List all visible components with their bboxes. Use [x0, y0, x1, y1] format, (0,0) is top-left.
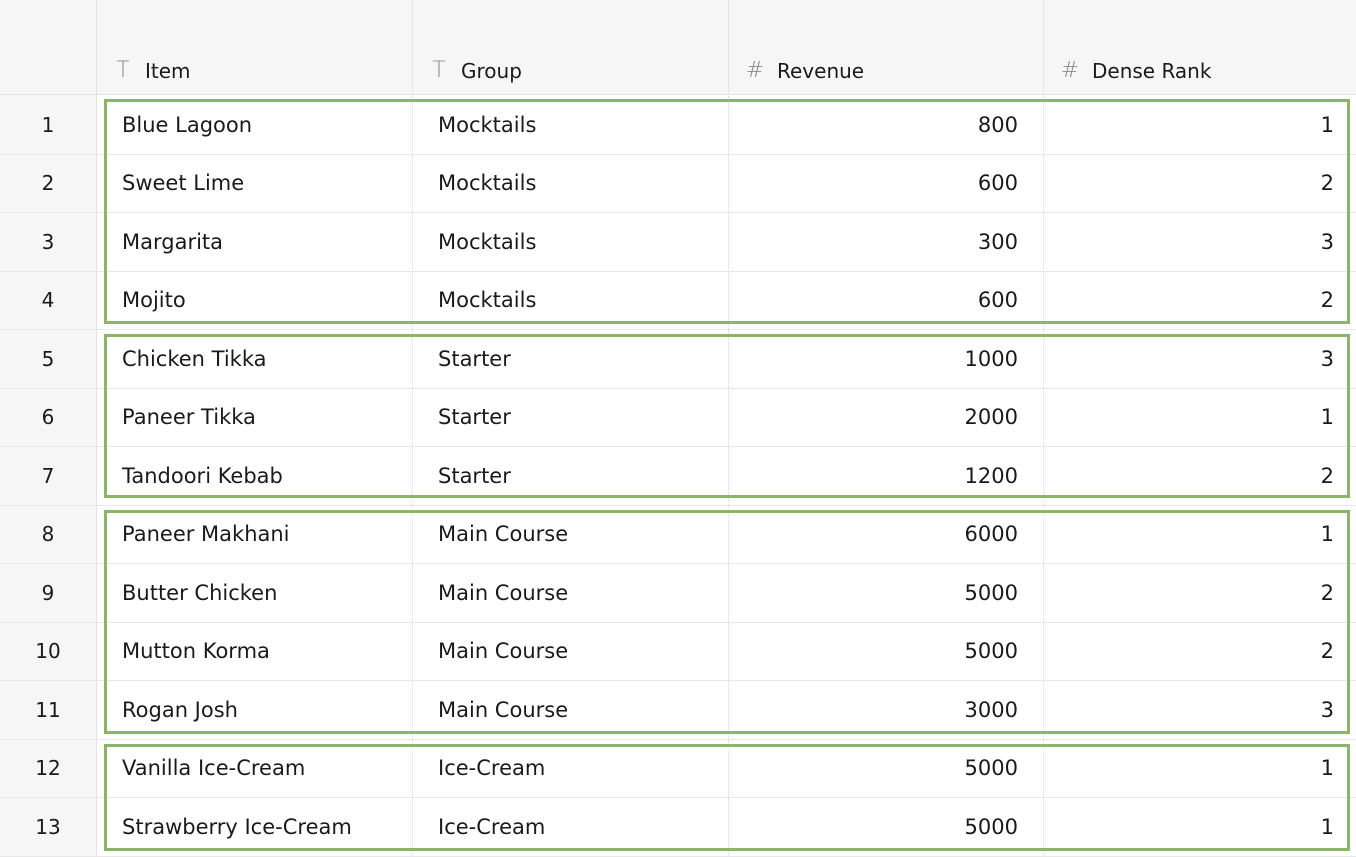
row-number: 7	[0, 447, 97, 505]
cell-item[interactable]: Vanilla Ice-Cream	[97, 739, 413, 797]
table-row[interactable]: 7 Tandoori Kebab Starter 1200 2	[0, 447, 1356, 506]
cell-dense-rank[interactable]: 1	[1044, 740, 1356, 798]
column-header-label: Revenue	[777, 58, 865, 83]
cell-revenue[interactable]: 800	[729, 96, 1044, 154]
cell-group[interactable]: Main Course	[413, 622, 729, 680]
row-number: 13	[0, 798, 97, 856]
table-row[interactable]: 4 Mojito Mocktails 600 2	[0, 271, 1356, 330]
column-header-item[interactable]: T Item	[97, 0, 413, 95]
cell-item[interactable]: Margarita	[97, 213, 413, 271]
cell-dense-rank[interactable]: 3	[1044, 330, 1356, 388]
cell-group[interactable]: Main Course	[413, 505, 729, 563]
cell-group[interactable]: Main Course	[413, 681, 729, 739]
cell-item[interactable]: Chicken Tikka	[97, 330, 413, 388]
cell-dense-rank[interactable]: 2	[1044, 155, 1356, 213]
cell-group[interactable]: Main Course	[413, 564, 729, 622]
table-row[interactable]: 13 Strawberry Ice-Cream Ice-Cream 5000 1	[0, 798, 1356, 857]
cell-revenue[interactable]: 5000	[729, 798, 1044, 856]
cell-dense-rank[interactable]: 3	[1044, 681, 1356, 739]
column-header-group[interactable]: T Group	[413, 0, 729, 95]
cell-revenue[interactable]: 5000	[729, 622, 1044, 680]
cell-item[interactable]: Sweet Lime	[97, 154, 413, 212]
cell-revenue[interactable]: 6000	[729, 505, 1044, 563]
column-header-label: Item	[145, 58, 191, 83]
column-header-label: Group	[461, 58, 522, 83]
cell-dense-rank[interactable]: 2	[1044, 272, 1356, 330]
table-row[interactable]: 10 Mutton Korma Main Course 5000 2	[0, 622, 1356, 681]
cell-group[interactable]: Ice-Cream	[413, 739, 729, 797]
cell-group[interactable]: Mocktails	[413, 271, 729, 329]
table-row[interactable]: 3 Margarita Mocktails 300 3	[0, 213, 1356, 272]
cell-revenue[interactable]: 1200	[729, 447, 1044, 505]
table-row[interactable]: 11 Rogan Josh Main Course 3000 3	[0, 681, 1356, 740]
table-row[interactable]: 9 Butter Chicken Main Course 5000 2	[0, 564, 1356, 623]
text-type-icon: T	[432, 58, 446, 83]
data-grid: T Item T Group # Revenue # Dense Rank 1B…	[0, 0, 1356, 857]
cell-dense-rank[interactable]: 1	[1044, 506, 1356, 564]
row-number-header	[0, 0, 97, 95]
table-row[interactable]: 6 Paneer Tikka Starter 2000 1	[0, 388, 1356, 447]
cell-revenue[interactable]: 5000	[729, 739, 1044, 797]
cell-revenue[interactable]: 600	[729, 271, 1044, 329]
table-row[interactable]: 12 Vanilla Ice-Cream Ice-Cream 5000 1	[0, 739, 1356, 798]
cell-revenue[interactable]: 5000	[729, 564, 1044, 622]
cell-group[interactable]: Mocktails	[413, 154, 729, 212]
row-number: 12	[0, 739, 97, 797]
text-type-icon: T	[116, 58, 130, 83]
number-type-icon: #	[745, 58, 765, 83]
cell-group[interactable]: Mocktails	[413, 96, 729, 154]
column-header-label: Dense Rank	[1092, 58, 1212, 83]
cell-dense-rank[interactable]: 2	[1044, 623, 1356, 681]
cell-group[interactable]: Mocktails	[413, 213, 729, 271]
row-number: 4	[0, 271, 97, 329]
cell-dense-rank[interactable]: 2	[1044, 447, 1356, 505]
cell-group[interactable]: Starter	[413, 330, 729, 388]
row-number: 6	[0, 388, 97, 446]
cell-item[interactable]: Paneer Tikka	[97, 388, 413, 446]
cell-item[interactable]: Butter Chicken	[97, 564, 413, 622]
row-number: 2	[0, 154, 97, 212]
row-number: 1	[0, 96, 97, 154]
cell-group[interactable]: Starter	[413, 447, 729, 505]
cell-item[interactable]: Paneer Makhani	[97, 505, 413, 563]
cell-dense-rank[interactable]: 1	[1044, 389, 1356, 447]
cell-item[interactable]: Rogan Josh	[97, 681, 413, 739]
table-row[interactable]: 2 Sweet Lime Mocktails 600 2	[0, 154, 1356, 213]
cell-revenue[interactable]: 2000	[729, 388, 1044, 446]
cell-item[interactable]: Blue Lagoon	[97, 96, 413, 154]
column-header-dense-rank[interactable]: # Dense Rank	[1044, 0, 1356, 95]
row-number: 3	[0, 213, 97, 271]
cell-dense-rank[interactable]: 2	[1044, 564, 1356, 622]
cell-revenue[interactable]: 300	[729, 213, 1044, 271]
cell-dense-rank[interactable]: 1	[1044, 798, 1356, 856]
cell-revenue[interactable]: 3000	[729, 681, 1044, 739]
row-number: 10	[0, 622, 97, 680]
column-header-revenue[interactable]: # Revenue	[729, 0, 1044, 95]
number-type-icon: #	[1060, 58, 1080, 83]
table-row[interactable]: 5 Chicken Tikka Starter 1000 3	[0, 330, 1356, 389]
row-number: 9	[0, 564, 97, 622]
table-row[interactable]: 1 Blue Lagoon Mocktails 800 1	[0, 96, 1356, 155]
header-row: T Item T Group # Revenue # Dense Rank	[0, 0, 1356, 95]
cell-item[interactable]: Strawberry Ice-Cream	[97, 798, 413, 856]
cell-dense-rank[interactable]: 3	[1044, 213, 1356, 271]
cell-revenue[interactable]: 600	[729, 154, 1044, 212]
cell-item[interactable]: Mutton Korma	[97, 622, 413, 680]
row-number: 8	[0, 505, 97, 563]
row-number: 11	[0, 681, 97, 739]
cell-item[interactable]: Mojito	[97, 271, 413, 329]
cell-item[interactable]: Tandoori Kebab	[97, 447, 413, 505]
cell-group[interactable]: Starter	[413, 388, 729, 446]
table-row[interactable]: 8 Paneer Makhani Main Course 6000 1	[0, 505, 1356, 564]
cell-dense-rank[interactable]: 1	[1044, 96, 1356, 154]
row-number: 5	[0, 330, 97, 388]
cell-revenue[interactable]: 1000	[729, 330, 1044, 388]
cell-group[interactable]: Ice-Cream	[413, 798, 729, 856]
